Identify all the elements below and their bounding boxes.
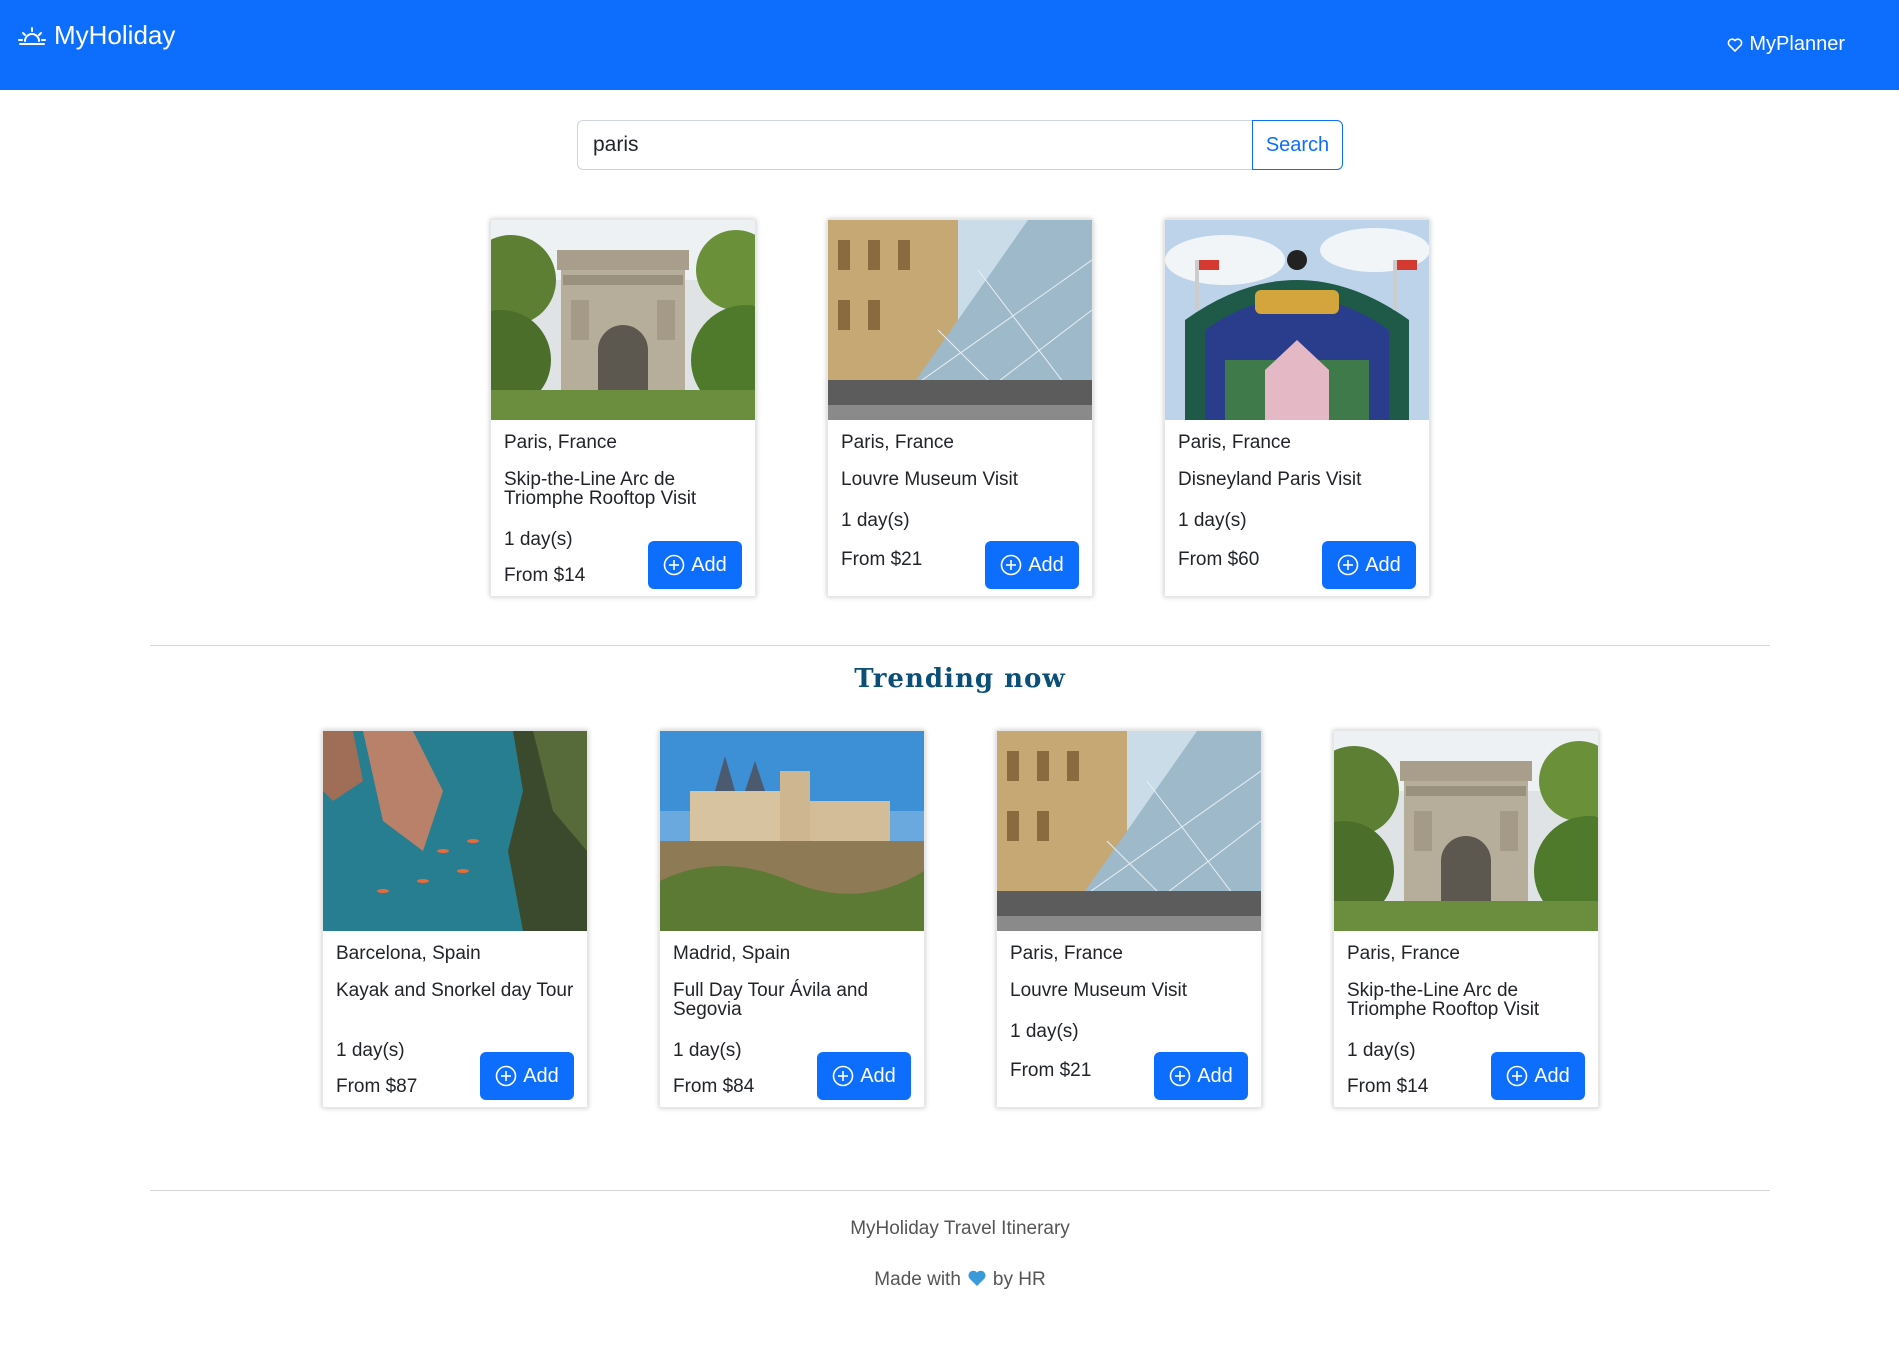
top-navbar: MyHoliday MyPlanner	[0, 0, 1899, 90]
heart-outline-icon	[1728, 37, 1743, 52]
result-card: Paris, France Louvre Museum Visit 1 day(…	[827, 219, 1093, 597]
search-bar: Search	[577, 120, 1343, 170]
add-button[interactable]: Add	[1154, 1052, 1248, 1100]
brand-name: MyHoliday	[54, 20, 176, 50]
card-title: Skip-the-Line Arc de Triomphe Rooftop Vi…	[504, 469, 697, 509]
card-price: From $14	[1347, 1076, 1429, 1097]
card-location: Paris, France	[1010, 943, 1123, 964]
footer-title: MyHoliday Travel Itinerary	[850, 1218, 1070, 1239]
card-location: Barcelona, Spain	[336, 943, 481, 964]
trending-card: Paris, France Louvre Museum Visit 1 day(…	[996, 730, 1262, 1108]
card-price: From $21	[841, 549, 923, 570]
made-by-text: by HR	[992, 1269, 1046, 1290]
add-button-label: Add	[1197, 1064, 1233, 1087]
card-duration: 1 day(s)	[841, 510, 910, 531]
card-duration: 1 day(s)	[673, 1040, 742, 1061]
plus-circle-icon	[1169, 1065, 1191, 1087]
card-image-arc-de-triomphe	[491, 220, 755, 420]
add-button-label: Add	[1028, 553, 1064, 576]
section-divider	[150, 645, 1770, 646]
card-title: Disneyland Paris Visit	[1178, 469, 1362, 490]
myplanner-label: MyPlanner	[1749, 33, 1845, 55]
add-button[interactable]: Add	[817, 1052, 911, 1100]
plus-circle-icon	[1506, 1065, 1528, 1087]
card-duration: 1 day(s)	[504, 529, 573, 550]
search-button[interactable]: Search	[1252, 120, 1343, 170]
card-duration: 1 day(s)	[336, 1040, 405, 1061]
sunrise-icon	[18, 26, 46, 45]
card-duration: 1 day(s)	[1010, 1021, 1079, 1042]
card-price: From $60	[1178, 549, 1260, 570]
card-title: Louvre Museum Visit	[841, 469, 1019, 490]
card-price: From $14	[504, 565, 586, 586]
plus-circle-icon	[832, 1065, 854, 1087]
add-button[interactable]: Add	[480, 1052, 574, 1100]
add-button[interactable]: Add	[648, 541, 742, 589]
card-duration: 1 day(s)	[1178, 510, 1247, 531]
card-price: From $87	[336, 1076, 418, 1097]
add-button-label: Add	[1534, 1064, 1570, 1087]
add-button-label: Add	[1365, 553, 1401, 576]
card-location: Paris, France	[1347, 943, 1460, 964]
card-title: Louvre Museum Visit	[1010, 980, 1188, 1001]
plus-circle-icon	[1337, 554, 1359, 576]
plus-circle-icon	[495, 1065, 517, 1087]
card-image-louvre	[828, 220, 1092, 420]
trending-card: Madrid, Spain Full Day Tour Ávila and Se…	[659, 730, 925, 1108]
trending-card: Barcelona, Spain Kayak and Snorkel day T…	[322, 730, 588, 1108]
card-location: Madrid, Spain	[673, 943, 791, 964]
search-input[interactable]	[577, 120, 1252, 170]
card-price: From $84	[673, 1076, 755, 1097]
card-title: Kayak and Snorkel day Tour	[336, 980, 574, 1001]
plus-circle-icon	[1000, 554, 1022, 576]
card-location: Paris, France	[504, 432, 617, 453]
add-button-label: Add	[523, 1064, 559, 1087]
plus-circle-icon	[663, 554, 685, 576]
trending-heading: Trending now	[854, 664, 1066, 694]
trending-card: Paris, France Skip-the-Line Arc de Triom…	[1333, 730, 1599, 1108]
result-card: Paris, France Skip-the-Line Arc de Triom…	[490, 219, 756, 597]
card-duration: 1 day(s)	[1347, 1040, 1416, 1061]
card-location: Paris, France	[1178, 432, 1291, 453]
card-title: Skip-the-Line Arc de Triomphe Rooftop Vi…	[1347, 980, 1540, 1020]
add-button[interactable]: Add	[985, 541, 1079, 589]
add-button-label: Add	[691, 553, 727, 576]
heart-icon	[968, 1270, 986, 1286]
card-image-kayak-coast	[323, 731, 587, 931]
card-image-segovia-castle	[660, 731, 924, 931]
add-button[interactable]: Add	[1491, 1052, 1585, 1100]
myplanner-link[interactable]: MyPlanner	[1727, 33, 1845, 56]
card-image-arc-de-triomphe	[1334, 731, 1598, 931]
add-button-label: Add	[860, 1064, 896, 1087]
made-with-text: Made with	[874, 1269, 961, 1290]
result-card: Paris, France Disneyland Paris Visit 1 d…	[1164, 219, 1430, 597]
card-location: Paris, France	[841, 432, 954, 453]
card-title: Full Day Tour Ávila and Segovia	[673, 980, 869, 1020]
card-image-louvre	[997, 731, 1261, 931]
footer-divider	[150, 1190, 1770, 1191]
brand-link[interactable]: MyHoliday	[18, 20, 175, 51]
card-image-disneyland	[1165, 220, 1429, 420]
card-price: From $21	[1010, 1060, 1092, 1081]
footer-made-with: Made with by HR	[0, 1268, 1899, 1291]
add-button[interactable]: Add	[1322, 541, 1416, 589]
